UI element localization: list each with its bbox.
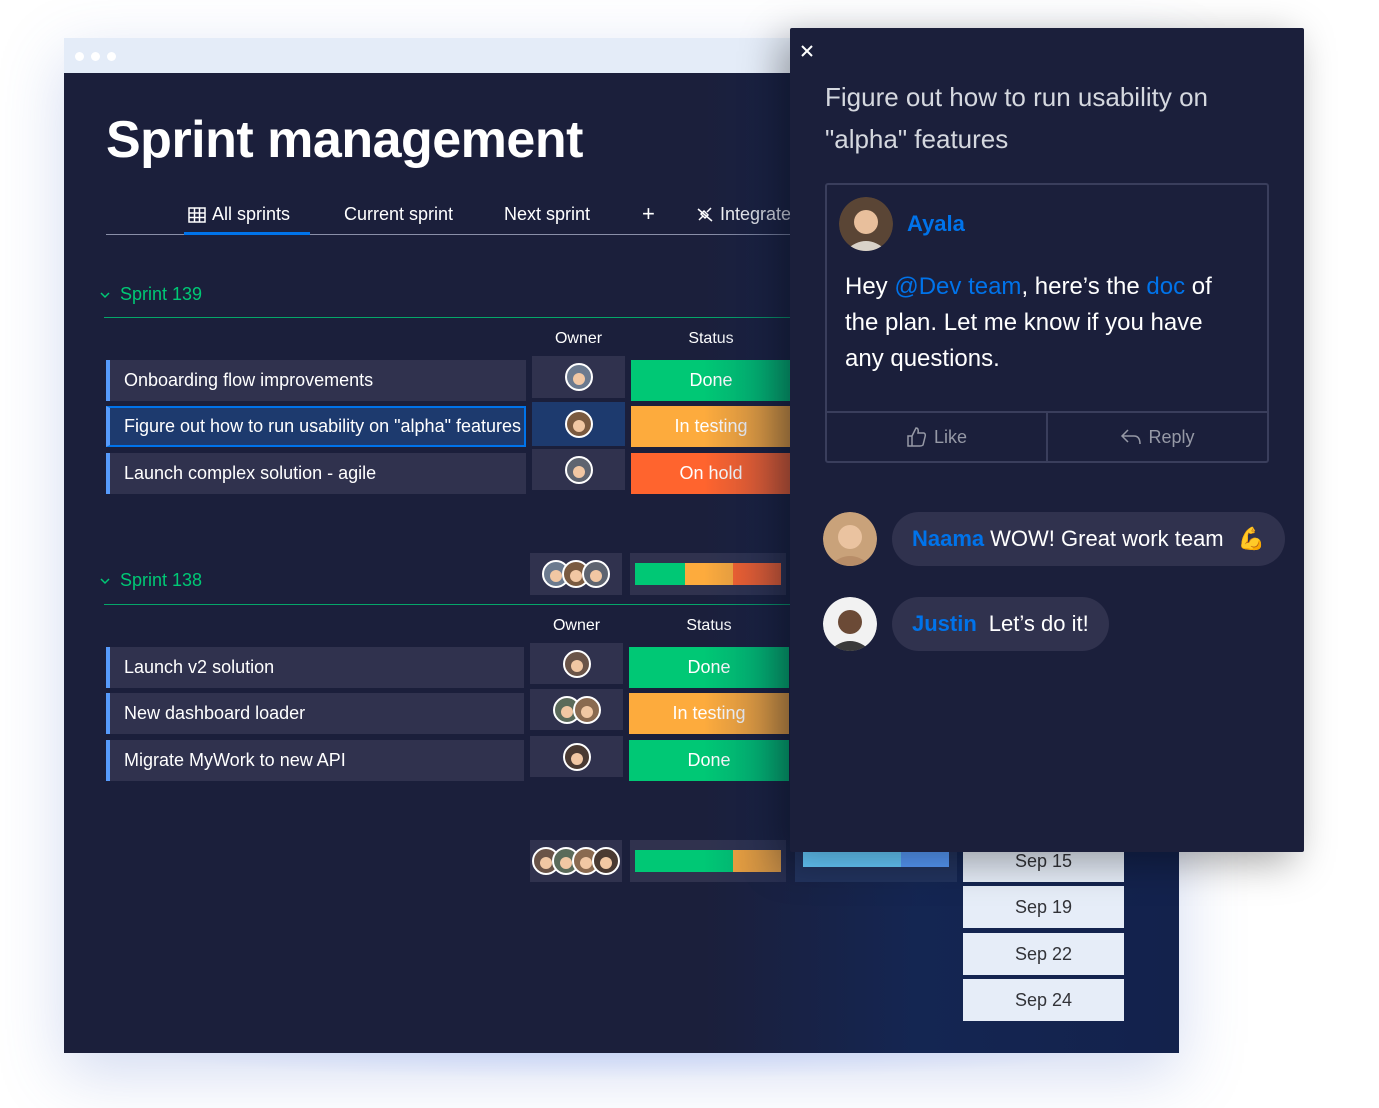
reply-author[interactable]: Justin <box>912 611 977 637</box>
view-tabs: All sprints Current sprint Next sprint +… <box>106 198 806 235</box>
status-summary <box>630 553 786 595</box>
like-button[interactable]: Like <box>827 413 1048 461</box>
chevron-down-icon <box>100 577 110 584</box>
status-cell[interactable]: Done <box>631 360 791 401</box>
avatar <box>564 410 593 438</box>
reply-bubble: Naama WOW! Great work team 💪 <box>892 512 1286 566</box>
status-cell[interactable]: On hold <box>631 453 791 494</box>
task-row-selected[interactable]: Figure out how to run usability on "alph… <box>106 406 526 447</box>
task-row[interactable]: Launch v2 solution <box>106 647 524 688</box>
thumbs-up-icon <box>907 427 927 447</box>
window-dot <box>91 52 100 61</box>
task-row[interactable]: New dashboard loader <box>106 693 524 734</box>
avatar <box>562 742 591 771</box>
reply-item: Naama WOW! Great work team 💪 <box>823 512 1286 566</box>
update-actions: Like Reply <box>827 411 1267 461</box>
board-title: Sprint management <box>106 111 583 169</box>
group-header-sprint-138[interactable]: Sprint 138 <box>100 570 202 591</box>
date-cell[interactable]: Sep 19 <box>963 886 1124 928</box>
flexed-biceps-icon: 💪 <box>1237 526 1266 551</box>
tab-label: All sprints <box>212 204 291 224</box>
group-title: Sprint 139 <box>120 284 203 304</box>
avatar <box>823 512 877 566</box>
reply-text: WOW! Great work team <box>990 526 1224 551</box>
avatar <box>564 363 593 391</box>
tab-label: Integrate <box>720 204 792 224</box>
tab-integrate[interactable]: Integrate <box>696 204 791 225</box>
add-view-button[interactable]: + <box>642 201 655 227</box>
reply-arrow-icon <box>1121 429 1142 445</box>
status-distribution-bar <box>635 563 781 585</box>
doc-link[interactable]: doc <box>1146 273 1185 300</box>
owner-summary <box>530 840 622 882</box>
panel-title: Figure out how to run usability on "alph… <box>825 82 1208 154</box>
group-divider <box>104 317 804 318</box>
status-cell[interactable]: In testing <box>631 406 791 447</box>
reply-author[interactable]: Naama <box>912 526 984 552</box>
status-cell[interactable]: In testing <box>629 693 789 734</box>
status-cell[interactable]: Done <box>629 740 789 781</box>
mention-link[interactable]: @Dev team <box>894 273 1021 300</box>
window-dot <box>75 52 84 61</box>
owner-cell[interactable] <box>530 736 623 777</box>
avatar <box>562 649 591 678</box>
avatar <box>572 695 601 724</box>
tab-label: Current sprint <box>344 204 454 224</box>
like-label: Like <box>933 426 968 447</box>
group-header-sprint-139[interactable]: Sprint 139 <box>100 284 202 305</box>
tab-next-sprint[interactable]: Next sprint <box>504 204 590 225</box>
tab-current-sprint[interactable]: Current sprint <box>344 204 453 225</box>
plus-icon: + <box>642 201 655 226</box>
group-divider <box>104 604 804 605</box>
group-title: Sprint 138 <box>120 570 203 590</box>
owner-cell[interactable] <box>530 643 623 684</box>
column-header-owner: Owner <box>552 617 601 634</box>
owner-cell[interactable] <box>532 449 625 490</box>
owner-cell[interactable] <box>532 402 625 446</box>
timeline-bar <box>803 849 949 867</box>
author-name[interactable]: Ayala <box>907 211 965 237</box>
update-text-part: , here’s the <box>1021 273 1147 300</box>
status-distribution-bar <box>635 850 781 872</box>
reply-bubble: Justin Let’s do it! <box>892 597 1109 651</box>
status-summary <box>630 840 786 882</box>
reply-item: Justin Let’s do it! <box>823 597 1109 651</box>
owner-cell[interactable] <box>530 689 623 730</box>
updates-panel: Figure out how to run usability on "alph… <box>790 28 1304 852</box>
avatar <box>592 847 620 875</box>
avatar <box>823 597 877 651</box>
column-header-status: Status <box>686 617 732 634</box>
close-icon[interactable] <box>800 44 814 58</box>
date-cell[interactable]: Sep 24 <box>963 979 1124 1021</box>
column-header-status: Status <box>688 330 734 347</box>
update-text: Hey @Dev team, here’s the doc of the pla… <box>845 269 1245 377</box>
owner-summary <box>530 553 622 595</box>
status-cell[interactable]: Done <box>629 647 789 688</box>
tab-label: Next sprint <box>504 204 591 224</box>
task-row[interactable]: Onboarding flow improvements <box>106 360 526 401</box>
reply-button[interactable]: Reply <box>1048 413 1267 461</box>
reply-label: Reply <box>1148 426 1195 447</box>
window-dot <box>107 52 116 61</box>
task-row[interactable]: Launch complex solution - agile <box>106 453 526 494</box>
avatar <box>582 560 610 588</box>
update-text-part: Hey <box>845 273 895 300</box>
column-header-owner: Owner <box>554 330 603 347</box>
avatar <box>839 197 893 251</box>
update-card: Ayala Hey @Dev team, here’s the doc of t… <box>825 183 1269 463</box>
integrate-icon <box>697 206 713 222</box>
chevron-down-icon <box>100 291 110 298</box>
update-author: Ayala <box>839 197 965 251</box>
task-row[interactable]: Migrate MyWork to new API <box>106 740 524 781</box>
date-cell[interactable]: Sep 22 <box>963 933 1124 975</box>
owner-cell[interactable] <box>532 356 625 398</box>
table-icon <box>188 206 206 223</box>
tab-all-sprints[interactable]: All sprints <box>183 204 311 235</box>
reply-text: Let’s do it! <box>988 611 1089 636</box>
avatar <box>564 455 593 484</box>
